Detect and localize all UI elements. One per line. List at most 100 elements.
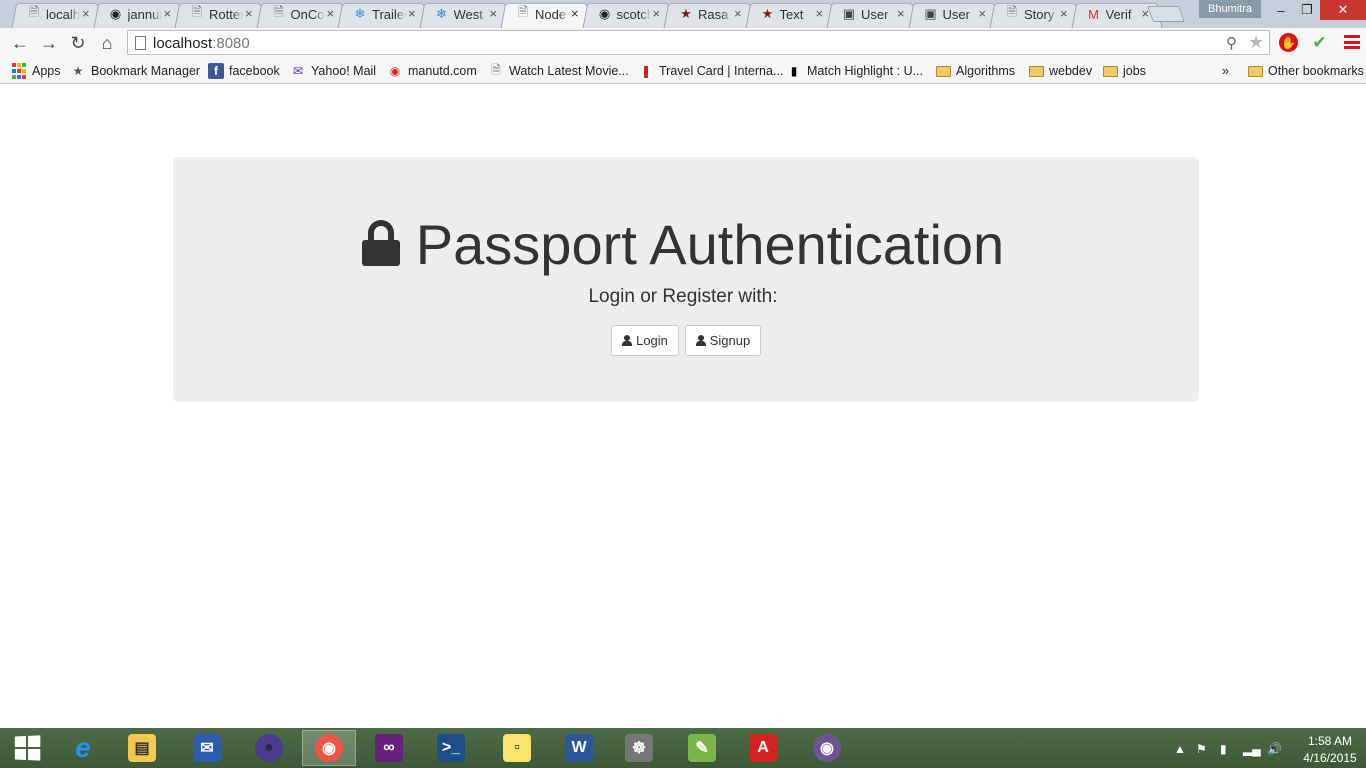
volume-icon[interactable]: 🔊 — [1267, 742, 1282, 756]
bookmark-item[interactable]: ◉ manutd.com — [387, 62, 477, 80]
bookmark-item[interactable]: ❚ Travel Card | Interna... — [638, 62, 783, 80]
bookmark-item[interactable]: Apps — [11, 62, 61, 80]
browser-tab[interactable]: 🗎 Story × — [989, 2, 1081, 29]
profile-name[interactable]: Bhumitra — [1199, 0, 1261, 18]
tab-title: Verif — [1105, 7, 1132, 22]
tab-close-icon[interactable]: × — [734, 6, 742, 21]
tab-close-icon[interactable]: × — [897, 6, 905, 21]
browser-tab[interactable]: ▣ User × — [907, 2, 1000, 29]
restore-button[interactable]: ❐ — [1294, 0, 1320, 20]
other-bookmarks-label: Other bookmarks — [1268, 64, 1364, 78]
clock-time[interactable]: 1:58 AM — [1300, 734, 1360, 748]
tab-title: Rasa — [698, 7, 729, 22]
other-bookmarks[interactable]: Other bookmarks — [1248, 62, 1364, 80]
bookmark-item[interactable]: Algorithms — [936, 62, 1015, 80]
browser-tab[interactable]: 🗎 Rotten× — [174, 2, 266, 29]
bookmark-item[interactable]: webdev — [1029, 62, 1092, 80]
bookmark-label: Watch Latest Movie... — [509, 64, 629, 78]
file-explorer-icon: ▤ — [128, 734, 156, 762]
page-icon: 🗎 — [1006, 4, 1018, 19]
browser-tab[interactable]: ◉ scotch × — [581, 2, 674, 29]
taskbar-app[interactable]: ☸ — [612, 730, 666, 766]
action-center-icon[interactable]: ⚑ — [1196, 742, 1207, 756]
tab-close-icon[interactable]: × — [245, 6, 253, 21]
zoom-icon[interactable]: ⚲ — [1226, 34, 1237, 52]
browser-tab[interactable]: ◉ jannunen× — [92, 2, 185, 29]
taskbar-app[interactable]: >_ — [424, 730, 478, 766]
tab-strip: 🗎localhost×◉jannunen×🗎Rotten×🗎OnCo×❄Trai… — [0, 0, 1366, 29]
page-icon: 🗎 — [491, 62, 501, 77]
taskbar-app[interactable]: ✎ — [675, 730, 729, 766]
tab-title: scotch — [616, 7, 651, 22]
back-button[interactable]: ← — [9, 32, 31, 54]
browser-toolbar: ← → ↻ ⌂ localhost:8080 ⚲ ★ — [0, 28, 1366, 58]
bookmarks-overflow-button[interactable]: » — [1222, 62, 1229, 80]
browser-tab[interactable]: ❄ West × — [418, 2, 511, 29]
tab-close-icon[interactable]: × — [82, 6, 90, 21]
tab-title: User — [861, 7, 889, 22]
signup-button[interactable]: Signup — [685, 325, 761, 356]
taskbar-app[interactable]: W — [552, 730, 606, 766]
chrome-menu-icon[interactable] — [1344, 32, 1360, 52]
forward-button[interactable]: → — [38, 32, 60, 54]
bookmark-item[interactable]: f facebook — [208, 62, 280, 80]
taskbar-app[interactable]: ∞ — [362, 730, 416, 766]
browser-tab[interactable]: ★ Text × — [744, 2, 837, 29]
extension-icon[interactable]: ✔ — [1310, 33, 1329, 52]
taskbar-app[interactable]: ● — [242, 730, 296, 766]
tab-close-icon[interactable]: × — [408, 6, 416, 21]
start-button[interactable] — [0, 730, 54, 766]
tab-title: West — [453, 7, 483, 22]
browser-tab[interactable]: 🗎 Node × — [500, 2, 592, 29]
login-label: Login — [636, 333, 668, 348]
bookmarks-bar: Apps ★ Bookmark Manager f facebook ✉ Yahoo! Ma… — [0, 58, 1366, 84]
bookmark-item[interactable]: ✉ Yahoo! Mail — [290, 62, 376, 80]
bookmark-item[interactable]: 🗎 Watch Latest Movie... — [488, 62, 629, 80]
tab-close-icon[interactable]: × — [571, 6, 579, 21]
tab-close-icon[interactable]: × — [1060, 6, 1068, 21]
bookmark-item[interactable]: ▮ Match Highlight : U... — [786, 62, 923, 80]
clock-date[interactable]: 4/16/2015 — [1296, 751, 1364, 765]
browser-tab[interactable]: 🗎 OnCo × — [255, 2, 348, 29]
bookmark-star-icon[interactable]: ★ — [1248, 32, 1264, 53]
signup-label: Signup — [709, 333, 751, 348]
browser-tab[interactable]: ❄ Trailer × — [337, 2, 429, 29]
facebook-icon: f — [208, 63, 224, 79]
taskbar-app[interactable]: A — [736, 730, 790, 766]
taskbar-app[interactable]: ▤ — [115, 730, 169, 766]
tab-close-icon[interactable]: × — [979, 6, 987, 21]
bookmark-item[interactable]: jobs — [1103, 62, 1146, 80]
tab-close-icon[interactable]: × — [164, 6, 172, 21]
url-text[interactable]: localhost:8080 — [153, 35, 250, 52]
browser-tab[interactable]: ▣ User × — [826, 2, 918, 29]
browser-tab[interactable]: 🗎 localhost× — [11, 2, 103, 29]
page-title-text: Passport Authentication — [415, 213, 1005, 276]
user-icon — [622, 335, 633, 346]
bookmark-item[interactable]: ★ Bookmark Manager — [70, 62, 200, 80]
tab-title: jannunen — [127, 7, 162, 22]
tab-close-icon[interactable]: × — [816, 6, 824, 21]
taskbar-app[interactable]: ◉ — [302, 730, 356, 766]
browser-tab[interactable]: ★ Rasa × — [663, 2, 755, 29]
minimize-button[interactable]: – — [1268, 0, 1294, 20]
taskbar-app[interactable]: ◉ — [800, 730, 854, 766]
tab-title: Story — [1024, 7, 1055, 22]
reload-button[interactable]: ↻ — [67, 32, 89, 54]
tab-close-icon[interactable]: × — [653, 6, 661, 21]
tab-close-icon[interactable]: × — [327, 6, 335, 21]
taskbar-app[interactable]: ▫ — [490, 730, 544, 766]
login-button[interactable]: Login — [611, 325, 679, 356]
close-window-button[interactable]: ✕ — [1320, 0, 1366, 20]
new-tab-button[interactable] — [1147, 6, 1185, 22]
taskbar-app[interactable]: e — [56, 730, 110, 766]
adblock-extension-icon[interactable]: ✋ — [1279, 33, 1298, 52]
folder-icon — [936, 65, 951, 77]
network-signal-icon[interactable]: ▂▄ — [1243, 742, 1261, 756]
jumbotron — [173, 157, 1199, 402]
address-bar[interactable]: localhost:8080 ⚲ ★ — [127, 30, 1270, 55]
show-hidden-icons[interactable]: ▲ — [1174, 742, 1186, 756]
tab-close-icon[interactable]: × — [490, 6, 498, 21]
taskbar-app[interactable]: ✉ — [180, 730, 234, 766]
home-button[interactable]: ⌂ — [96, 32, 118, 54]
power-icon[interactable]: ▮ — [1220, 742, 1227, 756]
